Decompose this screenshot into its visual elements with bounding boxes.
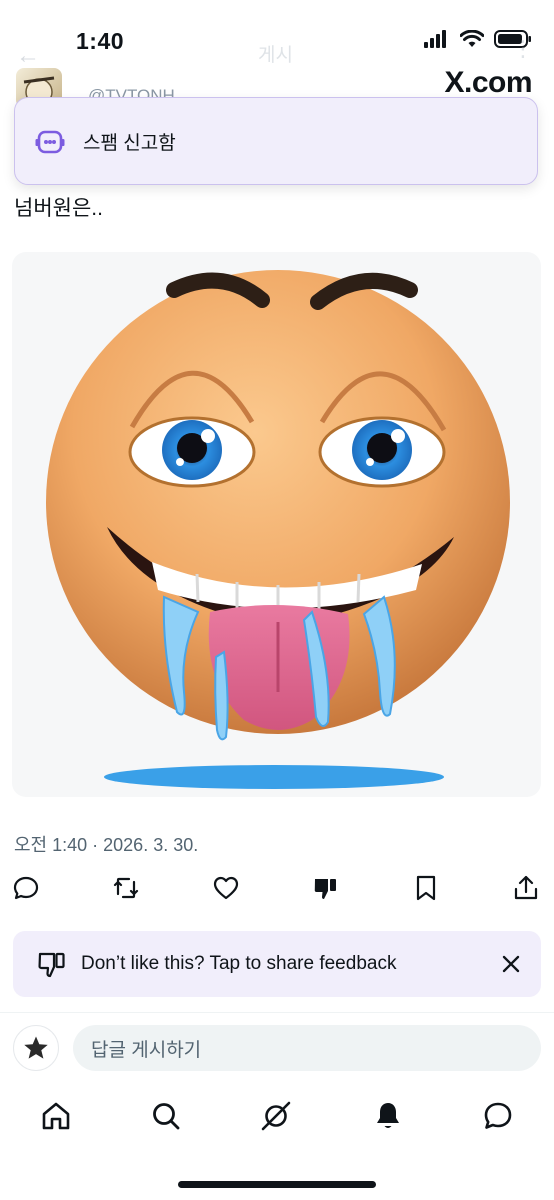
- tweet-text: 넘버원은..: [14, 197, 103, 220]
- dislike-outline-icon: [38, 952, 65, 978]
- dislike-icon[interactable]: [312, 874, 344, 906]
- image-watermark: X.com: [444, 66, 532, 99]
- feedback-message: Don’t like this? Tap to share feedback: [81, 953, 397, 974]
- grok-icon[interactable]: [260, 1100, 294, 1134]
- more-options-icon[interactable]: ⋮: [512, 36, 534, 62]
- divider: [0, 1012, 554, 1013]
- bookmark-icon[interactable]: [412, 874, 444, 906]
- notifications-icon[interactable]: [372, 1100, 406, 1134]
- spam-report-toast: 스팸 신고함: [14, 97, 538, 185]
- robot-icon: [35, 130, 65, 154]
- home-icon[interactable]: [40, 1100, 74, 1134]
- page-title: 게시: [258, 45, 293, 66]
- status-time: 1:40: [76, 28, 125, 54]
- toast-message: 스팸 신고함: [83, 132, 176, 154]
- feedback-banner[interactable]: Don’t like this? Tap to share feedback: [13, 931, 541, 997]
- share-icon[interactable]: [512, 874, 544, 906]
- user-avatar[interactable]: [13, 1025, 59, 1071]
- retweet-icon[interactable]: [112, 874, 144, 906]
- search-icon[interactable]: [150, 1100, 184, 1134]
- home-indicator: [178, 1181, 376, 1188]
- messages-icon[interactable]: [482, 1100, 516, 1134]
- like-icon[interactable]: [212, 874, 244, 906]
- reply-input[interactable]: 답글 게시하기: [73, 1025, 541, 1071]
- tweet-timestamp: 오전 1:40 · 2026. 3. 30.: [14, 835, 199, 855]
- star-icon: [24, 1036, 48, 1059]
- tweet-image[interactable]: [12, 252, 541, 797]
- reply-icon[interactable]: [12, 874, 44, 906]
- signal-icon: [424, 30, 446, 48]
- reply-placeholder: 답글 게시하기: [91, 1039, 202, 1061]
- back-arrow-icon[interactable]: ←: [16, 42, 40, 70]
- close-icon[interactable]: [499, 952, 523, 976]
- wifi-icon: [460, 30, 484, 47]
